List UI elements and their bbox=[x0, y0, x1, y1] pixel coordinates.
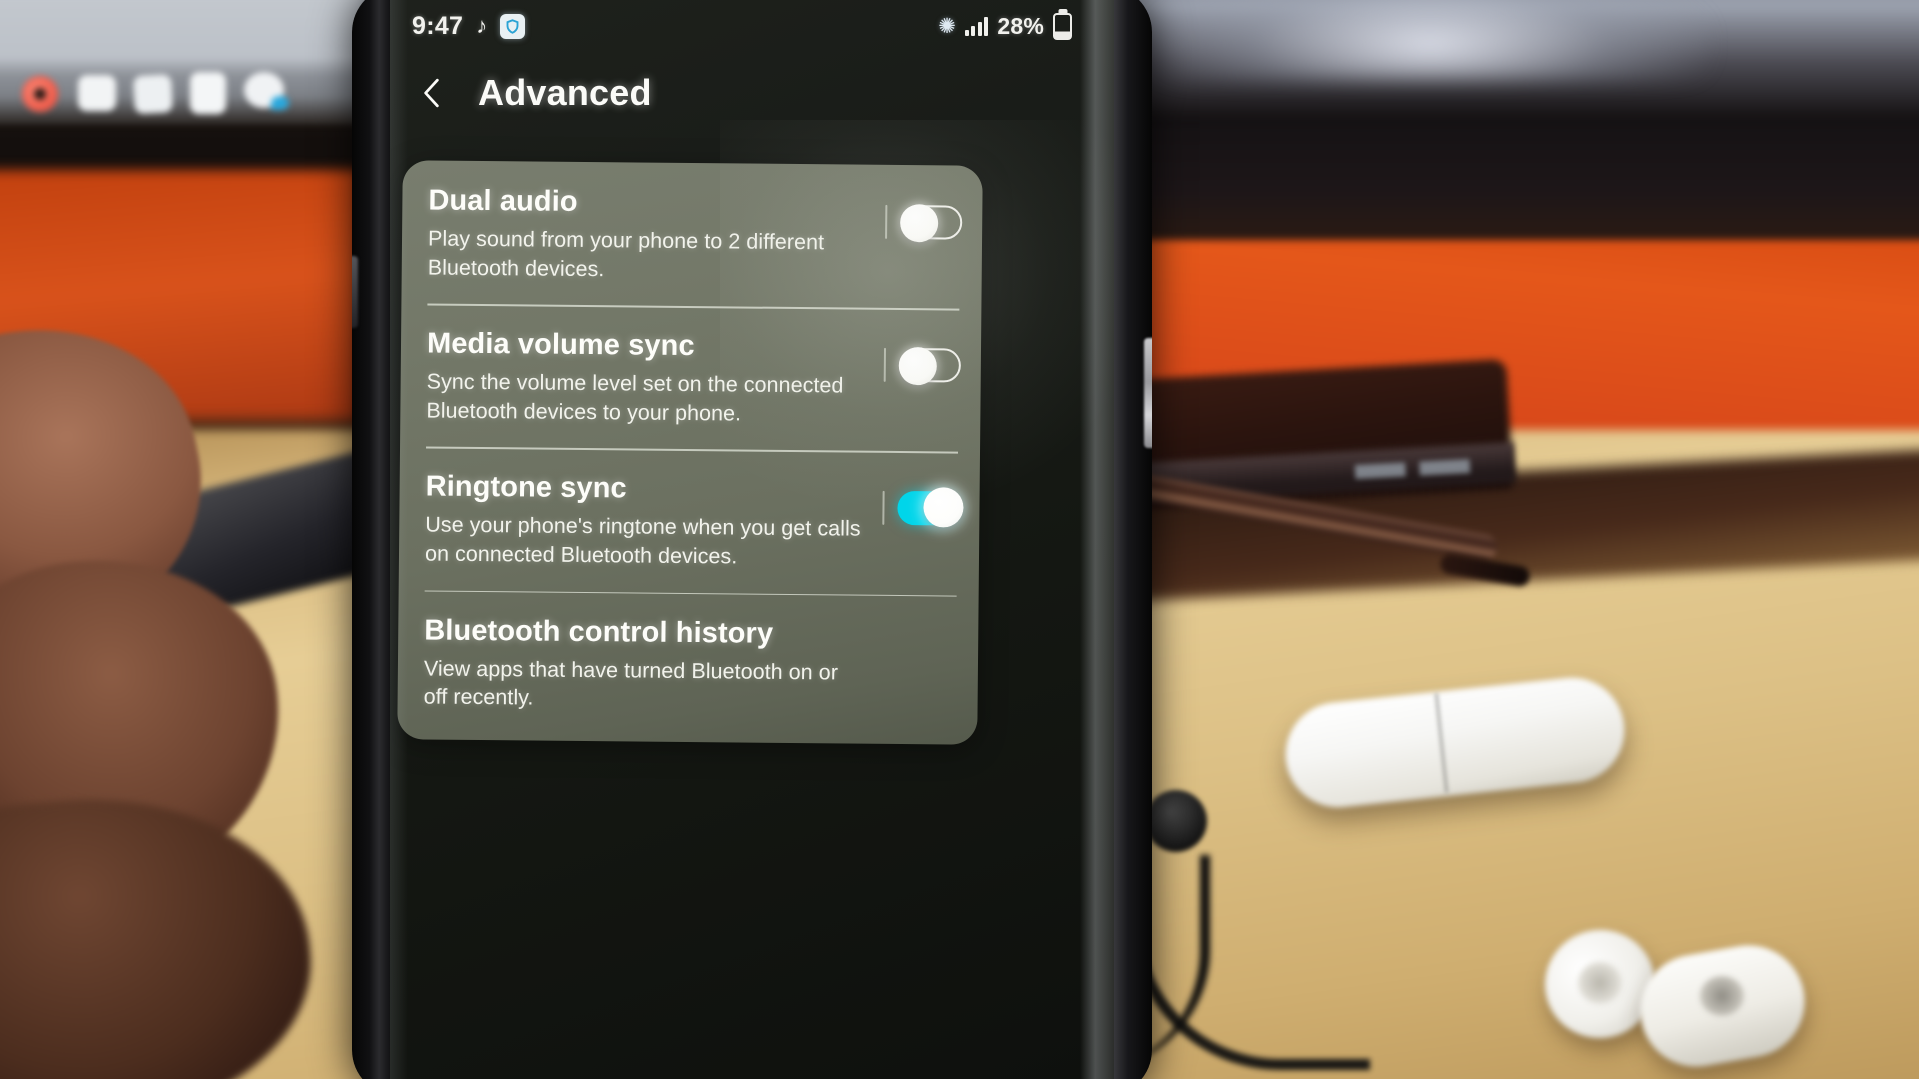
screen-edge-glare-right bbox=[1080, 0, 1114, 1079]
toggle-media-volume-sync[interactable] bbox=[898, 347, 962, 386]
page-title: Advanced bbox=[478, 72, 652, 113]
toggle-divider bbox=[885, 204, 888, 239]
back-chevron-icon[interactable] bbox=[410, 71, 454, 115]
volume-button[interactable] bbox=[352, 256, 358, 328]
setting-title: Ringtone sync bbox=[425, 470, 627, 505]
setting-title: Dual audio bbox=[428, 184, 578, 218]
toggle-knob bbox=[898, 347, 938, 386]
phone-screen: 9:47 ♪ ✺ 28% Advanced Dual audio Play so… bbox=[390, 0, 1114, 1079]
monitor-glow bbox=[1150, 0, 1710, 80]
setting-description: Use your phone's ringtone when you get c… bbox=[424, 512, 861, 569]
smartphone-device: 9:47 ♪ ✺ 28% Advanced Dual audio Play so… bbox=[352, 0, 1152, 1079]
setting-description: Sync the volume level set on the connect… bbox=[426, 369, 844, 426]
taskbar-app-icon-3 bbox=[133, 74, 173, 114]
toggle-divider bbox=[882, 491, 885, 526]
toggle-knob bbox=[900, 204, 939, 243]
taskbar-app-icon-2 bbox=[78, 75, 116, 111]
earbud-left-detail bbox=[1578, 962, 1622, 1004]
toggle-divider bbox=[883, 348, 887, 383]
power-button[interactable] bbox=[1144, 338, 1152, 448]
toggle-group-dual-audio bbox=[885, 189, 963, 243]
status-bar: 9:47 ♪ ✺ 28% bbox=[390, 0, 1114, 52]
toggle-ringtone-sync[interactable] bbox=[897, 487, 964, 529]
setting-text-media-volume-sync: Media volume sync Sync the volume level … bbox=[426, 328, 884, 430]
setting-row-dual-audio[interactable]: Dual audio Play sound from your phone to… bbox=[401, 160, 982, 309]
music-note-icon: ♪ bbox=[476, 13, 488, 38]
battery-percent-label: 28% bbox=[997, 12, 1044, 39]
toggle-dual-audio[interactable] bbox=[900, 204, 963, 243]
setting-text-ringtone-sync: Ringtone sync Use your phone's ringtone … bbox=[425, 471, 883, 573]
taskbar-app-icon-1 bbox=[22, 76, 58, 112]
page-header: Advanced bbox=[390, 52, 1114, 134]
setting-row-ringtone-sync[interactable]: Ringtone sync Use your phone's ringtone … bbox=[399, 447, 980, 596]
setting-description: Play sound from your phone to 2 differen… bbox=[427, 226, 825, 281]
status-bar-left: 9:47 ♪ bbox=[412, 11, 526, 41]
taskbar-app-icon-4 bbox=[190, 72, 226, 114]
battery-icon bbox=[1053, 12, 1072, 40]
setting-row-media-volume-sync[interactable]: Media volume sync Sync the volume level … bbox=[400, 303, 981, 452]
cellular-signal-icon bbox=[964, 16, 989, 36]
toggle-knob bbox=[923, 487, 964, 529]
shield-security-icon bbox=[500, 13, 526, 39]
taskbar-app-icon-5 bbox=[244, 72, 289, 110]
setting-title: Bluetooth control history bbox=[424, 614, 774, 650]
setting-description: View apps that have turned Bluetooth on … bbox=[423, 656, 839, 710]
setting-row-bluetooth-control-history[interactable]: Bluetooth control history View apps that… bbox=[397, 590, 978, 739]
settings-card: Dual audio Play sound from your phone to… bbox=[397, 160, 983, 745]
status-time: 9:47 bbox=[412, 11, 464, 40]
background-monitor-left bbox=[0, 0, 360, 125]
status-bar-right: ✺ 28% bbox=[938, 12, 1072, 40]
toggle-group-media-volume-sync bbox=[883, 332, 962, 386]
setting-text-dual-audio: Dual audio Play sound from your phone to… bbox=[428, 184, 886, 286]
setting-text-bluetooth-control-history: Bluetooth control history View apps that… bbox=[424, 614, 959, 716]
bluetooth-icon: ✺ bbox=[938, 14, 956, 38]
setting-title: Media volume sync bbox=[426, 327, 695, 363]
toggle-group-ringtone-sync bbox=[882, 475, 964, 529]
earbud-right-detail bbox=[1700, 976, 1744, 1016]
